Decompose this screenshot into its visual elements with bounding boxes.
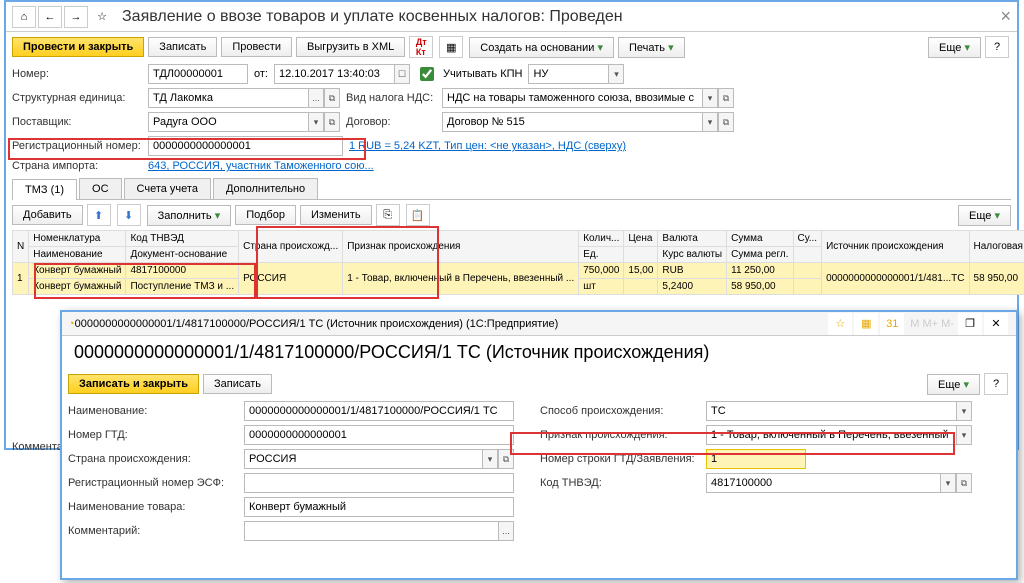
struct-input[interactable] <box>148 88 308 108</box>
edit-button[interactable]: Изменить <box>300 205 372 225</box>
account-kpn-checkbox[interactable] <box>420 67 434 81</box>
supplier-label: Поставщик: <box>12 116 142 128</box>
struct-label: Структурная единица: <box>12 92 142 104</box>
cal-icon[interactable]: 31 <box>880 313 904 335</box>
country-label: Страна происхождения: <box>68 453 238 465</box>
export-xml-button[interactable]: Выгрузить в XML <box>296 37 405 57</box>
gtd-line-input[interactable] <box>706 449 806 469</box>
good-name-label: Наименование товара: <box>68 501 238 513</box>
esf-reg-input[interactable] <box>244 473 514 493</box>
popup-comment-label: Комментарий: <box>68 525 238 537</box>
popup-help-icon[interactable]: ? <box>984 373 1008 395</box>
star-icon[interactable]: ☆ <box>90 6 114 28</box>
import-country-link[interactable]: 643, РОССИЯ, участник Таможенного сою... <box>148 160 374 172</box>
origin-method-input[interactable] <box>706 401 956 421</box>
gtd-line-label: Номер строки ГТД/Заявления: <box>540 453 700 465</box>
popup-titlebar: ◔ 0000000000000001/1/4817100000/РОССИЯ/1… <box>62 312 1016 336</box>
fill-button[interactable]: Заполнить <box>147 205 232 226</box>
popup-close-icon[interactable]: ✕ <box>984 313 1008 335</box>
country-input[interactable] <box>244 449 482 469</box>
select-button[interactable]: Подбор <box>235 205 296 225</box>
number-input[interactable] <box>148 64 248 84</box>
gtd-input[interactable] <box>244 425 514 445</box>
popup-more-button[interactable]: Еще <box>927 374 980 395</box>
reg-num-label: Регистрационный номер: <box>12 140 142 152</box>
number-label: Номер: <box>12 68 142 80</box>
origin-sign-label: Признак происхождения: <box>540 429 700 441</box>
popup-write-close-button[interactable]: Записать и закрыть <box>68 374 199 394</box>
items-table: N Номенклатура Код ТНВЭД Страна происхож… <box>12 230 1024 295</box>
table-row[interactable]: 1 Конверт бумажный 4817100000 РОССИЯ 1 -… <box>13 263 1024 279</box>
post-close-button[interactable]: Провести и закрыть <box>12 37 144 57</box>
contract-label: Договор: <box>346 116 436 128</box>
post-button[interactable]: Провести <box>221 37 292 57</box>
add-button[interactable]: Добавить <box>12 205 83 225</box>
contract-input[interactable] <box>442 112 702 132</box>
app-icon: ◔ <box>68 318 75 330</box>
popup-tnved-label: Код ТНВЭД: <box>540 477 700 489</box>
forward-icon[interactable]: → <box>64 6 88 28</box>
vat-kind-label: Вид налога НДС: <box>346 92 436 104</box>
popup-heading: 0000000000000001/1/4817100000/РОССИЯ/1 Т… <box>74 342 1004 363</box>
popup-write-button[interactable]: Записать <box>203 374 272 394</box>
down-icon[interactable]: ⬇ <box>117 204 141 226</box>
registry-icon[interactable]: ▦ <box>439 36 463 58</box>
esf-reg-label: Регистрационный номер ЭСФ: <box>68 477 238 489</box>
supplier-input[interactable] <box>148 112 308 132</box>
restore-icon[interactable]: ❐ <box>958 313 982 335</box>
main-toolbar: Провести и закрыть Записать Провести Выг… <box>6 32 1017 62</box>
popup-comment-input[interactable] <box>244 521 498 541</box>
nu-input[interactable] <box>528 64 608 84</box>
origin-method-label: Способ происхождения: <box>540 405 700 417</box>
paste-icon[interactable]: 📋 <box>406 204 430 226</box>
dt-kt-icon[interactable]: ДтКт <box>409 36 433 58</box>
date-input[interactable] <box>274 64 394 84</box>
tab-extra[interactable]: Дополнительно <box>213 178 318 199</box>
good-name-input[interactable] <box>244 497 514 517</box>
up-icon[interactable]: ⬆ <box>87 204 111 226</box>
table-toolbar: Добавить ⬆ ⬇ Заполнить Подбор Изменить ⎘… <box>6 200 1017 230</box>
comment-label: Коммента <box>12 441 63 453</box>
fav-icon[interactable]: ☆ <box>828 313 852 335</box>
tab-os[interactable]: ОС <box>79 178 122 199</box>
table-more-button[interactable]: Еще <box>958 205 1011 226</box>
date-label: от: <box>254 68 268 80</box>
dropdown-icon[interactable]: ▾ <box>608 64 624 84</box>
window-title: Заявление о ввозе товаров и уплате косве… <box>122 8 1000 26</box>
popup-name-label: Наименование: <box>68 405 238 417</box>
tabs: ТМЗ (1) ОС Счета учета Дополнительно <box>12 178 1011 200</box>
back-icon[interactable]: ← <box>38 6 62 28</box>
calendar-icon[interactable]: ☐ <box>394 64 410 84</box>
tab-accounts[interactable]: Счета учета <box>124 178 211 199</box>
copy-icon[interactable]: ⎘ <box>376 204 400 226</box>
print-button[interactable]: Печать <box>618 37 685 58</box>
tab-tmz[interactable]: ТМЗ (1) <box>12 179 77 200</box>
popup-tnved-input[interactable] <box>706 473 940 493</box>
calc-icon[interactable]: ▦ <box>854 313 878 335</box>
vat-kind-input[interactable] <box>442 88 702 108</box>
popup-window-title: 0000000000000001/1/4817100000/РОССИЯ/1 Т… <box>75 318 829 330</box>
import-country-label: Страна импорта: <box>12 160 142 172</box>
account-kpn-label: Учитывать КПН <box>443 68 523 80</box>
help-icon[interactable]: ? <box>985 36 1009 58</box>
rate-link[interactable]: 1 RUB = 5,24 KZT, Тип цен: <не указан>, … <box>349 140 626 152</box>
origin-sign-input[interactable] <box>706 425 956 445</box>
reg-num-input[interactable] <box>148 136 343 156</box>
home-icon[interactable]: ⌂ <box>12 6 36 28</box>
create-based-button[interactable]: Создать на основании <box>469 37 614 58</box>
gtd-label: Номер ГТД: <box>68 429 238 441</box>
write-button[interactable]: Записать <box>148 37 217 57</box>
popup-name-input[interactable] <box>244 401 514 421</box>
close-icon[interactable]: × <box>1000 6 1011 27</box>
titlebar: ⌂ ← → ☆ Заявление о ввозе товаров и упла… <box>6 2 1017 32</box>
more-button[interactable]: Еще <box>928 37 981 58</box>
origin-popup: ◔ 0000000000000001/1/4817100000/РОССИЯ/1… <box>60 310 1018 580</box>
